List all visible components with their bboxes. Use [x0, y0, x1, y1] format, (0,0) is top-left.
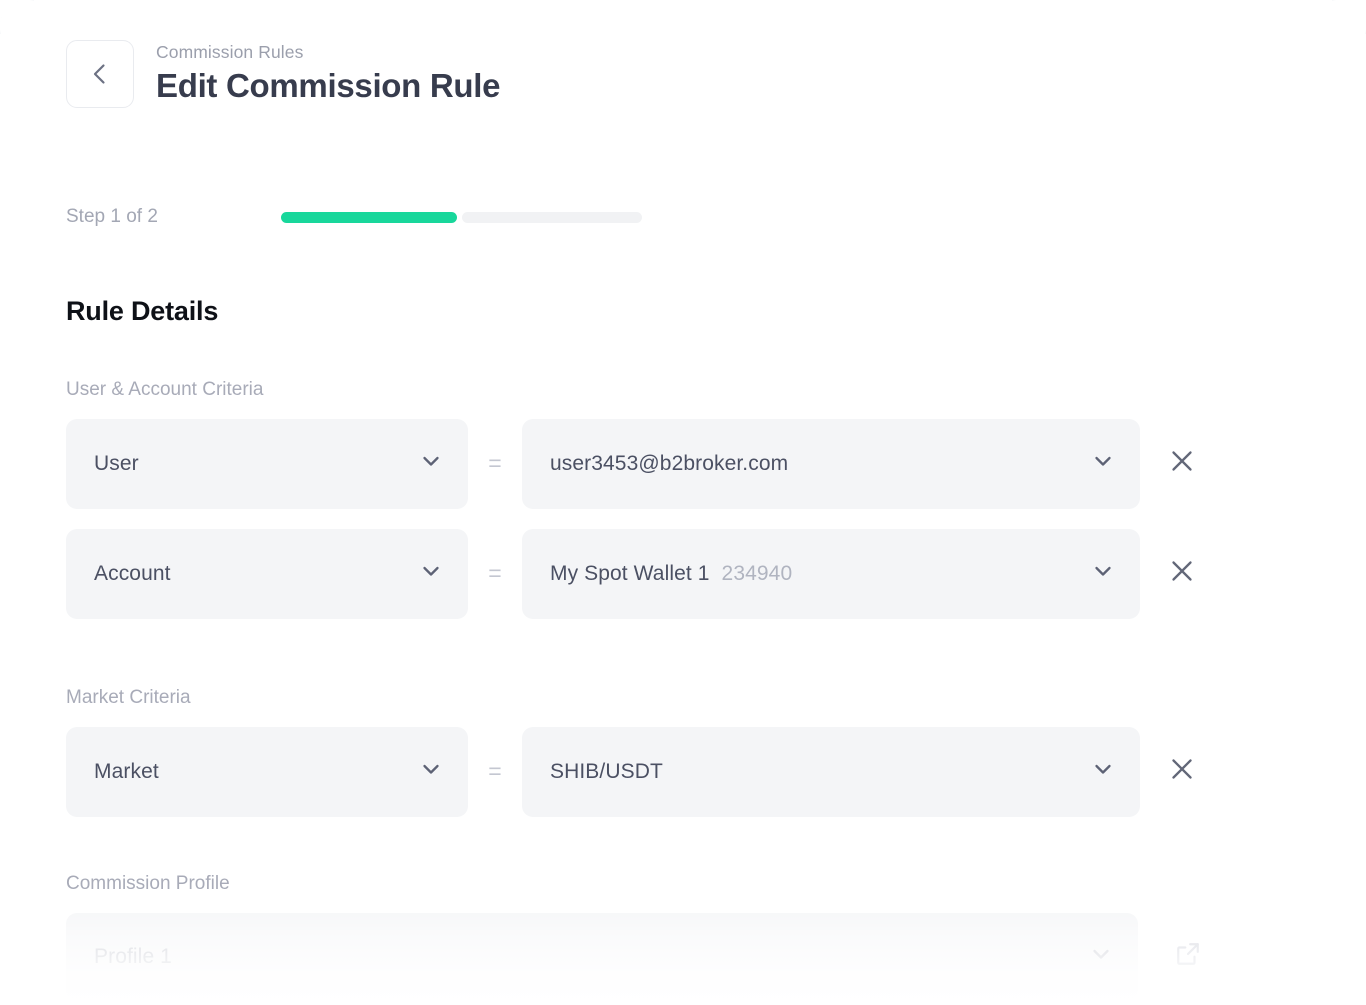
criteria-key-select[interactable]: User [66, 418, 468, 509]
criteria-row: User = user3453@b2broker.com [66, 418, 1212, 509]
open-commission-profile-button[interactable] [1158, 913, 1218, 1001]
criteria-group-label: User & Account Criteria [66, 379, 264, 400]
criteria-value-main: SHIB/USDT [550, 759, 663, 783]
criteria-key-value: Market [94, 759, 159, 783]
header-titles: Commission Rules Edit Commission Rule [156, 42, 501, 105]
operator-equals: = [488, 758, 502, 785]
progress-segment-1 [281, 211, 457, 223]
commission-profile-select[interactable]: Profile 1 [66, 912, 1138, 1001]
chevron-down-icon [1090, 558, 1116, 589]
close-icon [1168, 557, 1196, 590]
step-label: Step 1 of 2 [66, 206, 158, 227]
criteria-key-value: Account [94, 561, 171, 585]
commission-profile-label: Commission Profile [66, 873, 230, 894]
chevron-down-icon [1088, 941, 1114, 972]
external-link-icon [1175, 941, 1201, 972]
chevron-down-icon [418, 558, 444, 589]
progress-bar [281, 211, 642, 223]
criteria-row: Account = My Spot Wallet 1 234940 [66, 528, 1212, 619]
remove-criteria-button[interactable] [1152, 727, 1212, 817]
chevron-down-icon [1090, 448, 1116, 479]
criteria-value-text: My Spot Wallet 1 234940 [550, 562, 1080, 586]
criteria-key-value: User [94, 451, 139, 475]
criteria-value-select[interactable]: SHIB/USDT [522, 726, 1140, 817]
back-button[interactable] [66, 40, 134, 108]
criteria-value-main: My Spot Wallet 1 [550, 561, 710, 585]
remove-criteria-button[interactable] [1152, 529, 1212, 619]
criteria-group-user-account: User & Account Criteria User = user3453@… [66, 378, 1212, 639]
criteria-key-select[interactable]: Market [66, 726, 468, 817]
operator-equals: = [488, 560, 502, 587]
close-icon [1168, 447, 1196, 480]
commission-profile-row: Profile 1 [66, 912, 1306, 1001]
chevron-down-icon [1090, 756, 1116, 787]
operator-equals: = [488, 450, 502, 477]
edit-commission-rule-page: Commission Rules Edit Commission Rule St… [0, 0, 1366, 1005]
step-progress: Step 1 of 2 [66, 205, 642, 230]
commission-profile-value: Profile 1 [94, 944, 172, 968]
progress-segment-2 [462, 211, 642, 223]
criteria-value-select[interactable]: user3453@b2broker.com [522, 418, 1140, 509]
page-title: Edit Commission Rule [156, 67, 501, 105]
chevron-down-icon [418, 448, 444, 479]
criteria-group-market: Market Criteria Market = SHIB/USDT [66, 686, 1212, 837]
commission-profile-group: Commission Profile Profile 1 [66, 872, 1306, 1001]
section-title: Rule Details [66, 296, 219, 326]
criteria-value-text: user3453@b2broker.com [550, 452, 1080, 476]
criteria-row: Market = SHIB/USDT [66, 726, 1212, 817]
chevron-left-icon [87, 61, 113, 87]
page-header: Commission Rules Edit Commission Rule [66, 40, 501, 108]
breadcrumb[interactable]: Commission Rules [156, 42, 500, 64]
criteria-value-select[interactable]: My Spot Wallet 1 234940 [522, 528, 1140, 619]
remove-criteria-button[interactable] [1152, 419, 1212, 509]
chevron-down-icon [418, 756, 444, 787]
criteria-group-label: Market Criteria [66, 687, 191, 708]
criteria-value-main: user3453@b2broker.com [550, 451, 789, 475]
criteria-value-id: 234940 [721, 561, 793, 585]
criteria-key-select[interactable]: Account [66, 528, 468, 619]
close-icon [1168, 755, 1196, 788]
criteria-value-text: SHIB/USDT [550, 760, 1080, 784]
